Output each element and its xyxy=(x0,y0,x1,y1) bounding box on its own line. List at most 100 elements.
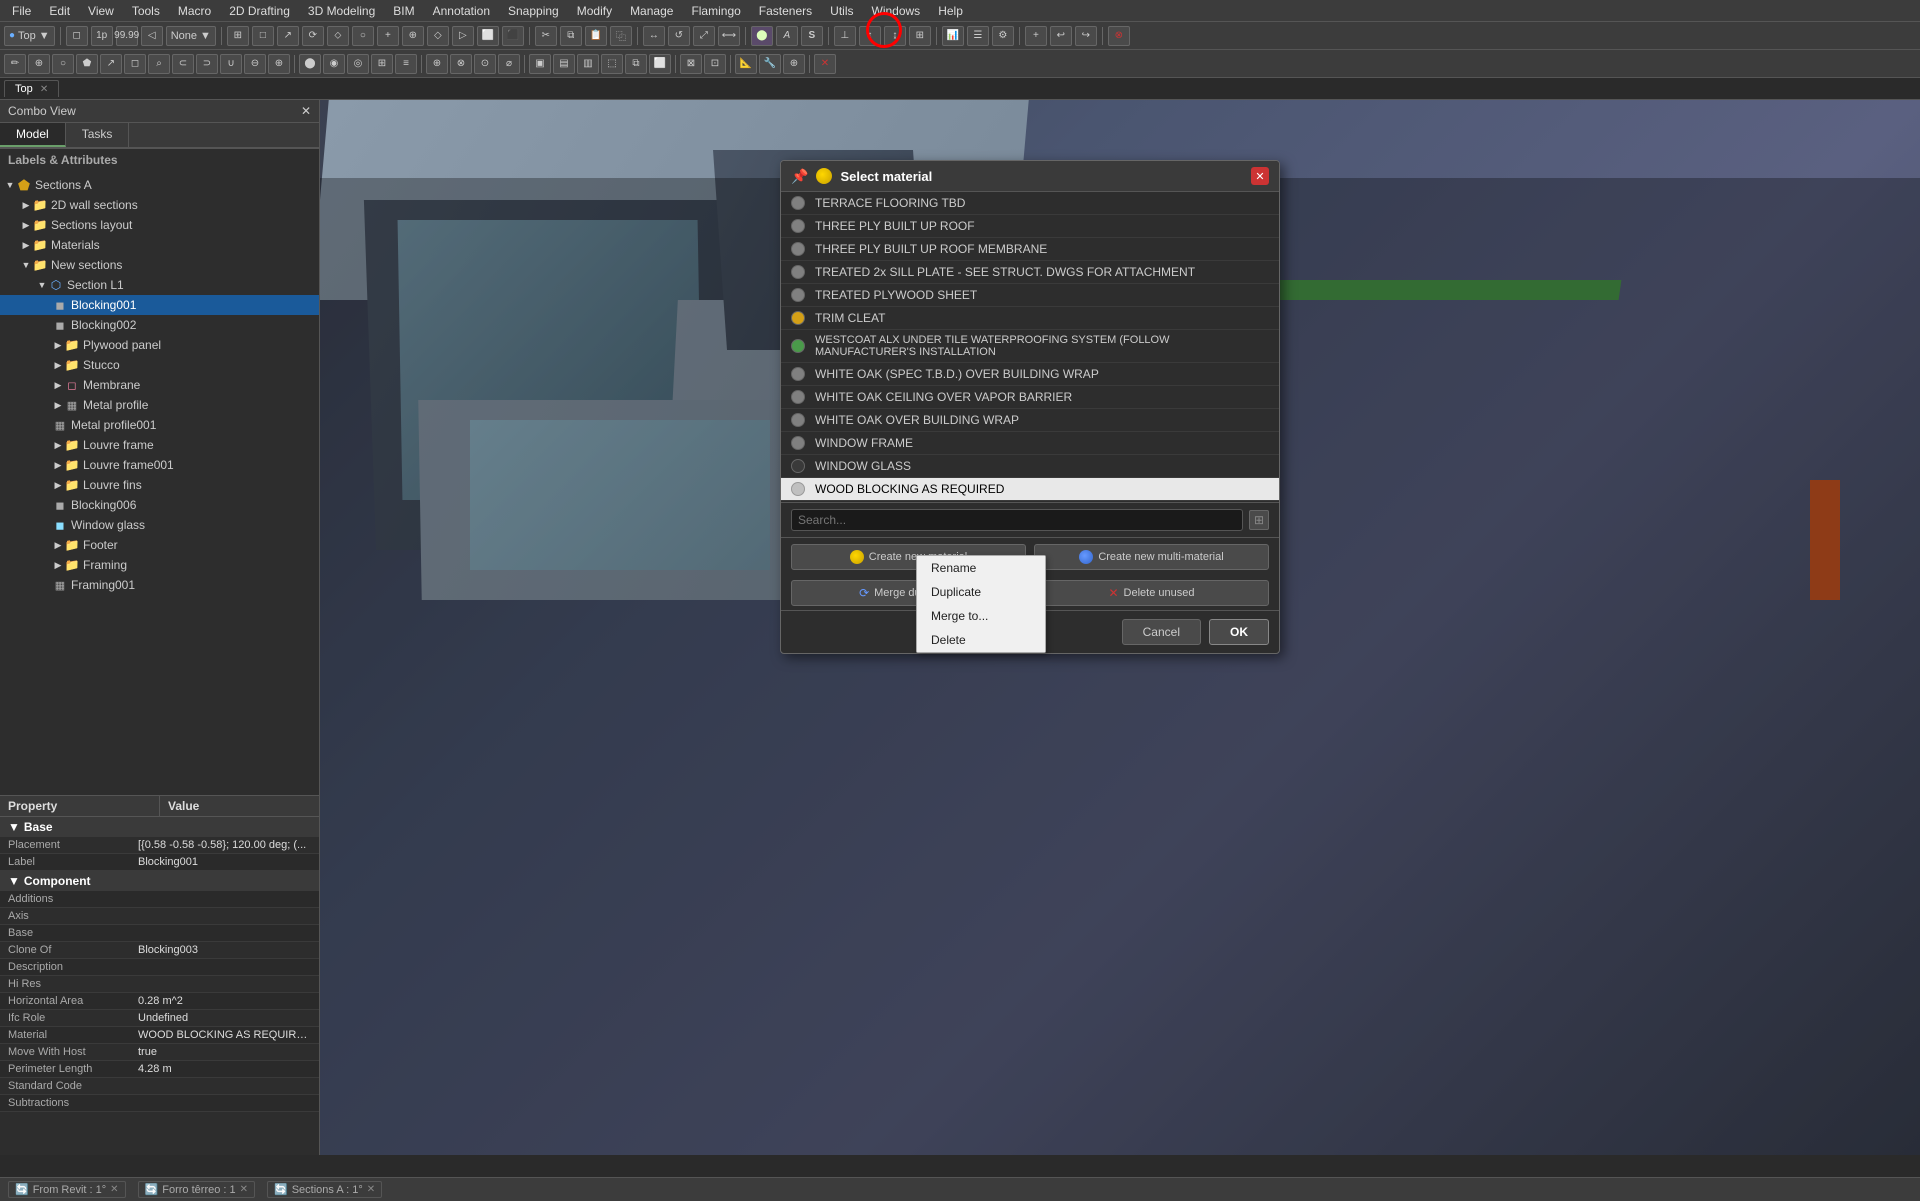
tree-root-sections-a[interactable]: ▼ ⬟ Sections A xyxy=(0,175,319,195)
tb2-btn-20[interactable]: ⊙ xyxy=(474,54,496,74)
tree-item-framing[interactable]: ▶ 📁 Framing xyxy=(0,555,319,575)
tb2-btn-2[interactable]: ⊕ xyxy=(28,54,50,74)
ctx-delete[interactable]: Delete xyxy=(917,628,1045,652)
tree-item-metal-profile[interactable]: ▶ ▦ Metal profile xyxy=(0,395,319,415)
tree-item-window-glass[interactable]: ◼ Window glass xyxy=(0,515,319,535)
tree-item-blocking001[interactable]: ◼ Blocking001 xyxy=(0,295,319,315)
menu-macro[interactable]: Macro xyxy=(170,2,219,20)
tree-item-louvre-frame001[interactable]: ▶ 📁 Louvre frame001 xyxy=(0,455,319,475)
tree-item-2d-wall[interactable]: ▶ 📁 2D wall sections xyxy=(0,195,319,215)
menu-flamingo[interactable]: Flamingo xyxy=(683,2,748,20)
dialog-close-button[interactable]: ✕ xyxy=(1251,167,1269,185)
mat-item-2[interactable]: THREE PLY BUILT UP ROOF MEMBRANE xyxy=(781,238,1279,261)
delete-unused-button[interactable]: ✕ Delete unused xyxy=(1034,580,1269,606)
toolbar-btn-10[interactable]: ◇ xyxy=(427,26,449,46)
mat-item-10[interactable]: WINDOW FRAME xyxy=(781,432,1279,455)
toolbar-btn-a[interactable]: A xyxy=(776,26,798,46)
toolbar-btn-7[interactable]: ○ xyxy=(352,26,374,46)
toolbar-grid[interactable]: ⊞ xyxy=(227,26,249,46)
tb2-btn-16[interactable]: ⊞ xyxy=(371,54,393,74)
toolbar-btn-b1[interactable]: ⊥ xyxy=(834,26,856,46)
tb2-btn-24[interactable]: ▥ xyxy=(577,54,599,74)
tb2-btn-11[interactable]: ⊖ xyxy=(244,54,266,74)
toolbar-btn-e1[interactable]: ⊗ xyxy=(1108,26,1130,46)
status-forro-close[interactable]: ✕ xyxy=(240,1184,248,1195)
tb2-btn-10[interactable]: ∪ xyxy=(220,54,242,74)
search-input[interactable] xyxy=(791,509,1243,531)
menu-3d-modeling[interactable]: 3D Modeling xyxy=(300,2,383,20)
toolbar-btn-b3[interactable]: ↨ xyxy=(884,26,906,46)
combo-tab-model[interactable]: Model xyxy=(0,123,66,147)
status-from-revit-close[interactable]: ✕ xyxy=(110,1184,118,1195)
tree-item-footer[interactable]: ▶ 📁 Footer xyxy=(0,535,319,555)
tb2-btn-17[interactable]: ≡ xyxy=(395,54,417,74)
toolbar-btn-d2[interactable]: ↩ xyxy=(1050,26,1072,46)
menu-windows[interactable]: Windows xyxy=(864,2,929,20)
tb2-btn-32[interactable]: ⊕ xyxy=(783,54,805,74)
toolbar-btn-13[interactable]: ⬛ xyxy=(502,26,524,46)
toolbar-btn-3[interactable]: □ xyxy=(252,26,274,46)
tree-item-membrane[interactable]: ▶ ◻ Membrane xyxy=(0,375,319,395)
ok-button[interactable]: OK xyxy=(1209,619,1269,645)
tb2-btn-33[interactable]: ✕ xyxy=(814,54,836,74)
toolbar-btn-d1[interactable]: + xyxy=(1025,26,1047,46)
cancel-button[interactable]: Cancel xyxy=(1122,619,1201,645)
mat-item-9[interactable]: WHITE OAK OVER BUILDING WRAP xyxy=(781,409,1279,432)
status-from-revit[interactable]: 🔄 From Revit : 1° ✕ xyxy=(8,1181,126,1198)
ctx-merge-to[interactable]: Merge to... xyxy=(917,604,1045,628)
tb2-btn-23[interactable]: ▤ xyxy=(553,54,575,74)
toolbar-btn-8[interactable]: + xyxy=(377,26,399,46)
tb2-btn-21[interactable]: ⌀ xyxy=(498,54,520,74)
prop-section-component[interactable]: ▼ Component xyxy=(0,871,319,891)
toolbar-material-btn[interactable]: ⬤ xyxy=(751,26,773,46)
tb2-btn-31[interactable]: 🔧 xyxy=(759,54,781,74)
status-sections-close[interactable]: ✕ xyxy=(367,1184,375,1195)
tree-item-louvre-frame[interactable]: ▶ 📁 Louvre frame xyxy=(0,435,319,455)
menu-2d-drafting[interactable]: 2D Drafting xyxy=(221,2,298,20)
zoom-btn[interactable]: 99.99 xyxy=(116,26,138,46)
ctx-duplicate[interactable]: Duplicate xyxy=(917,580,1045,604)
tb2-btn-18[interactable]: ⊕ xyxy=(426,54,448,74)
toolbar-btn-c2[interactable]: ☰ xyxy=(967,26,989,46)
toolbar-btn-c1[interactable]: 📊 xyxy=(942,26,964,46)
mat-item-11[interactable]: WINDOW GLASS xyxy=(781,455,1279,478)
tree-item-plywood[interactable]: ▶ 📁 Plywood panel xyxy=(0,335,319,355)
prop-section-base[interactable]: ▼ Base xyxy=(0,817,319,837)
tb2-btn-14[interactable]: ◉ xyxy=(323,54,345,74)
tb2-btn-29[interactable]: ⊡ xyxy=(704,54,726,74)
toolbar-btn-scale[interactable]: ⤢ xyxy=(693,26,715,46)
tb2-btn-9[interactable]: ⊃ xyxy=(196,54,218,74)
ctx-rename[interactable]: Rename xyxy=(917,556,1045,580)
tb2-btn-19[interactable]: ⊗ xyxy=(450,54,472,74)
menu-modify[interactable]: Modify xyxy=(569,2,620,20)
mat-item-5[interactable]: TRIM CLEAT xyxy=(781,307,1279,330)
tree-item-sections-layout[interactable]: ▶ 📁 Sections layout xyxy=(0,215,319,235)
tree-item-blocking006[interactable]: ◼ Blocking006 xyxy=(0,495,319,515)
tb2-btn-26[interactable]: ⧉ xyxy=(625,54,647,74)
create-new-multi-material-button[interactable]: Create new multi-material xyxy=(1034,544,1269,570)
toolbar-btn-nav1[interactable]: ◁ xyxy=(141,26,163,46)
menu-snapping[interactable]: Snapping xyxy=(500,2,567,20)
menu-view[interactable]: View xyxy=(80,2,122,20)
tree-item-new-sections[interactable]: ▼ 📁 New sections xyxy=(0,255,319,275)
combo-view-close[interactable]: ✕ xyxy=(301,104,311,118)
toolbar-btn-5[interactable]: ⟳ xyxy=(302,26,324,46)
tree-item-louvre-fins[interactable]: ▶ 📁 Louvre fins xyxy=(0,475,319,495)
menu-utils[interactable]: Utils xyxy=(822,2,861,20)
material-list[interactable]: TERRACE FLOORING TBD THREE PLY BUILT UP … xyxy=(781,192,1279,502)
toolbar-btn-c3[interactable]: ⚙ xyxy=(992,26,1014,46)
none-dropdown[interactable]: None ▼ xyxy=(166,26,216,46)
tree-item-blocking002[interactable]: ◼ Blocking002 xyxy=(0,315,319,335)
menu-tools[interactable]: Tools xyxy=(124,2,168,20)
view-tab-top[interactable]: Top ✕ xyxy=(4,80,59,97)
toolbar-btn-d3[interactable]: ↪ xyxy=(1075,26,1097,46)
tree-area[interactable]: ▼ ⬟ Sections A ▶ 📁 2D wall sections ▶ 📁 … xyxy=(0,171,319,795)
menu-manage[interactable]: Manage xyxy=(622,2,681,20)
mat-item-7[interactable]: WHITE OAK (SPEC T.B.D.) OVER BUILDING WR… xyxy=(781,363,1279,386)
menu-annotation[interactable]: Annotation xyxy=(425,2,498,20)
status-forro-terreo[interactable]: 🔄 Forro têrreo : 1 ✕ xyxy=(138,1181,255,1198)
status-sections-a[interactable]: 🔄 Sections A : 1° ✕ xyxy=(267,1181,382,1198)
tb2-btn-25[interactable]: ⬚ xyxy=(601,54,623,74)
mat-item-6[interactable]: WESTCOAT ALX UNDER TILE WATERPROOFING SY… xyxy=(781,330,1279,363)
mat-item-12[interactable]: WOOD BLOCKING AS REQUIRED xyxy=(781,478,1279,501)
